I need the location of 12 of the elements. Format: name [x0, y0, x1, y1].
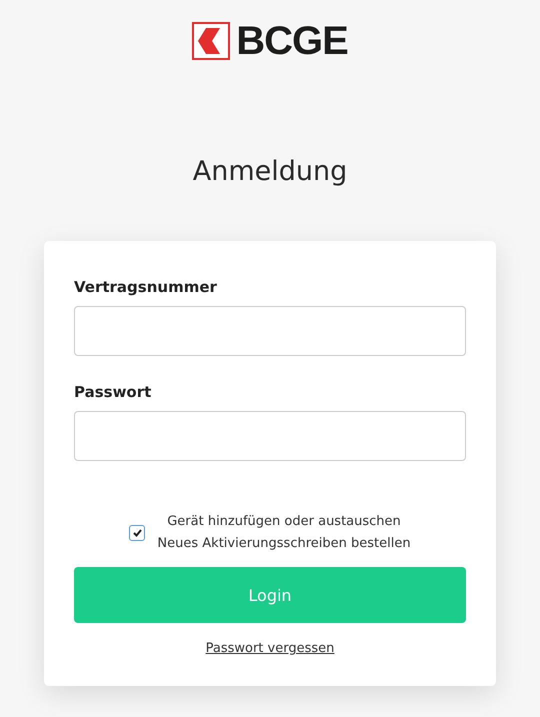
forgot-password-link[interactable]: Passwort vergessen — [206, 641, 334, 656]
logo-icon — [192, 22, 230, 60]
page-title: Anmeldung — [192, 155, 348, 189]
field-label: Vertragsnummer — [74, 277, 218, 297]
checkbox-label: Neues Aktivierungsschreiben bestellen — [157, 535, 411, 553]
input-field[interactable] — [74, 306, 466, 356]
checkbox[interactable] — [129, 525, 146, 541]
logo-text: BCGE — [236, 21, 348, 61]
checkbox-label: Gerät hinzufügen oder austauschen — [167, 513, 401, 531]
field-label: Passwort — [74, 382, 152, 402]
checkmark-icon — [132, 529, 142, 537]
input-field[interactable] — [74, 411, 466, 461]
